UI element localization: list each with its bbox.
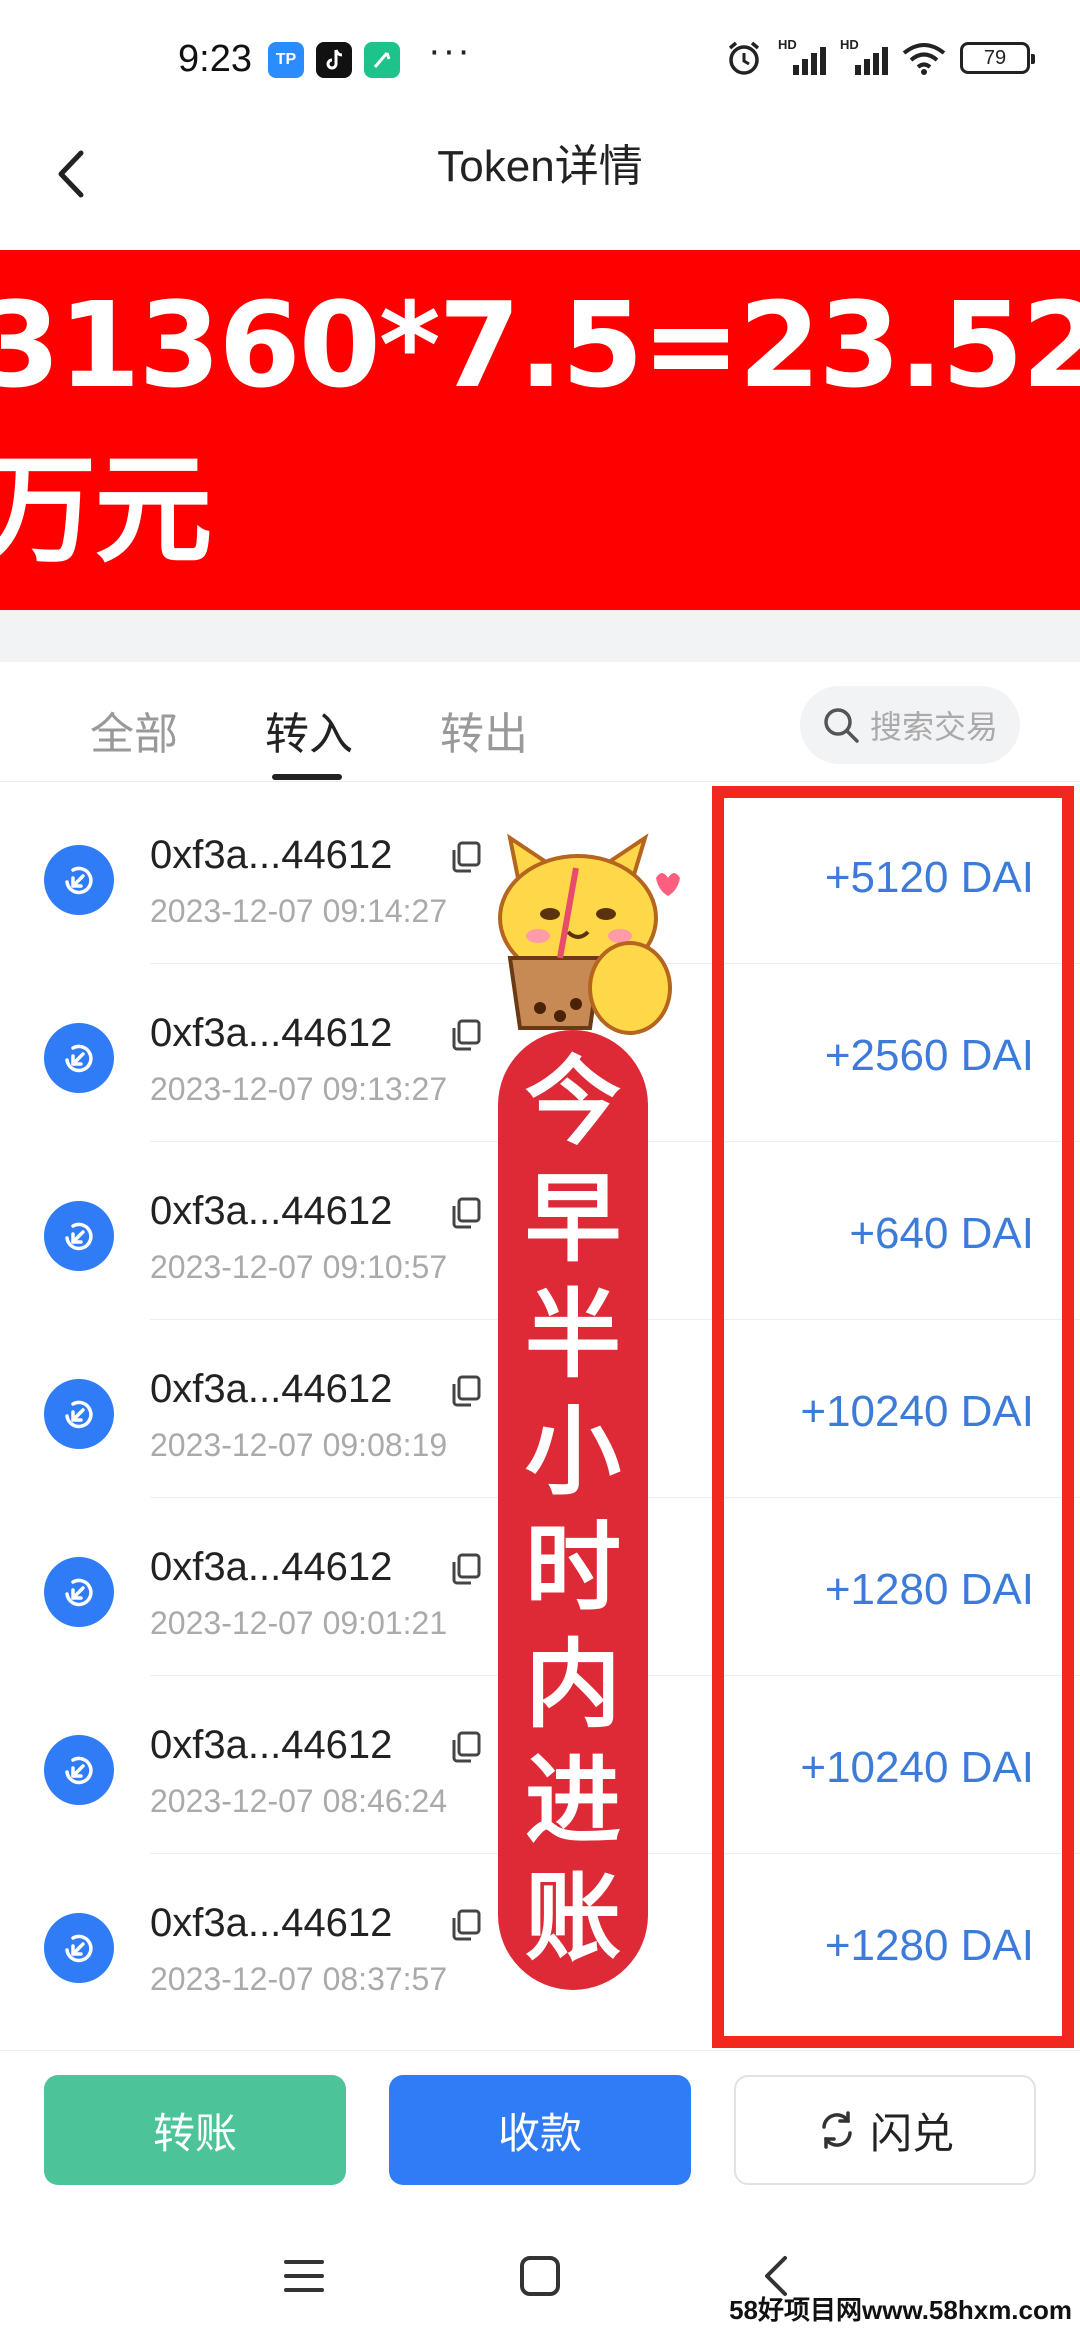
tx-amount: +5120 DAI — [824, 853, 1034, 902]
promo-banner: 31360*7.5=23.52万元 — [0, 250, 1080, 610]
menu-nav-button[interactable] — [274, 2246, 334, 2306]
incoming-tx-icon — [44, 1379, 114, 1449]
swap-icon — [822, 2111, 852, 2149]
home-nav-button[interactable] — [510, 2246, 570, 2306]
page-title: Token详情 — [437, 142, 643, 191]
section-divider — [0, 610, 1080, 662]
incoming-tx-icon — [44, 1557, 114, 1627]
slogan-char: 账 — [525, 1861, 621, 1974]
tiktok-app-icon — [316, 42, 352, 78]
slogan-char: 内 — [525, 1628, 621, 1741]
active-tab-indicator — [272, 774, 342, 780]
tx-address: 0xf3a...44612 — [150, 1723, 393, 1767]
swap-button[interactable]: 闪兑 — [734, 2075, 1036, 2185]
more-notifications-icon: ··· — [428, 30, 472, 72]
cat-sticker-icon — [498, 833, 680, 1035]
tx-amount: +640 DAI — [849, 1209, 1034, 1258]
watermark-text: 58好项目网www.58hxm.com — [729, 2295, 1072, 2325]
wifi-icon — [902, 43, 946, 75]
status-bar: 9:23 TP ··· HD HD 79 — [0, 0, 1080, 120]
tx-address: 0xf3a...44612 — [150, 1189, 393, 1233]
tx-amount: +10240 DAI — [800, 1743, 1034, 1792]
tx-amount: +10240 DAI — [800, 1387, 1034, 1436]
tx-amount: +1280 DAI — [824, 1565, 1034, 1614]
tx-address: 0xf3a...44612 — [150, 1545, 393, 1589]
swap-label: 闪兑 — [869, 2109, 954, 2157]
tx-time: 2023-12-07 09:08:19 — [150, 1427, 448, 1463]
tab-incoming[interactable]: 转入 — [265, 698, 353, 762]
tx-time: 2023-12-07 08:37:57 — [150, 1961, 448, 1997]
promo-overlay: 今 早 半 小 时 内 进 账 — [470, 820, 720, 2020]
tx-time: 2023-12-07 09:14:27 — [150, 893, 448, 929]
vertical-slogan-pill: 今 早 半 小 时 内 进 账 — [498, 1030, 648, 1990]
incoming-tx-icon — [44, 845, 114, 915]
tab-outgoing[interactable]: 转出 — [440, 698, 528, 762]
tx-address: 0xf3a...44612 — [150, 1367, 393, 1411]
signal-icon-2: HD — [840, 37, 888, 75]
action-bar: 转账 收款 闪兑 — [0, 2050, 1080, 2230]
tx-time: 2023-12-07 09:01:21 — [150, 1605, 448, 1641]
slogan-char: 半 — [525, 1279, 621, 1392]
tokenpocket-app-icon: TP — [268, 42, 304, 78]
slogan-char: 小 — [525, 1395, 621, 1508]
tx-address: 0xf3a...44612 — [150, 833, 393, 877]
incoming-tx-icon — [44, 1913, 114, 1983]
tx-time: 2023-12-07 09:13:27 — [150, 1071, 448, 1107]
slogan-char: 今 — [525, 1046, 621, 1159]
home-square-icon — [520, 2256, 560, 2296]
messaging-app-icon — [364, 42, 400, 78]
tx-time: 2023-12-07 08:46:24 — [150, 1783, 448, 1819]
receive-button[interactable]: 收款 — [389, 2075, 691, 2185]
banner-text: 31360*7.5=23.52万元 — [0, 275, 1080, 579]
search-input[interactable]: 搜索交易 — [800, 686, 1020, 764]
tx-time: 2023-12-07 09:10:57 — [150, 1249, 448, 1285]
tx-address: 0xf3a...44612 — [150, 1011, 393, 1055]
menu-icon — [284, 2260, 324, 2292]
tx-amount: +2560 DAI — [824, 1031, 1034, 1080]
search-placeholder: 搜索交易 — [870, 709, 999, 745]
tx-amount: +1280 DAI — [824, 1921, 1034, 1970]
incoming-tx-icon — [44, 1201, 114, 1271]
incoming-tx-icon — [44, 1023, 114, 1093]
status-time: 9:23 — [178, 38, 252, 80]
slogan-char: 早 — [525, 1162, 621, 1275]
system-nav-bar: 58好项目网www.58hxm.com — [0, 2230, 1080, 2340]
incoming-tx-icon — [44, 1735, 114, 1805]
search-icon — [824, 708, 859, 743]
signal-icon-1: HD — [778, 37, 826, 75]
slogan-char: 时 — [525, 1512, 621, 1625]
alarm-icon — [728, 41, 760, 75]
tab-bar: 全部 转入 转出 搜索交易 — [0, 662, 1080, 782]
tab-all[interactable]: 全部 — [90, 698, 178, 762]
tx-address: 0xf3a...44612 — [150, 1901, 393, 1945]
transfer-button[interactable]: 转账 — [44, 2075, 346, 2185]
slogan-char: 进 — [525, 1745, 621, 1858]
battery-indicator: 79 — [960, 42, 1035, 74]
header: Token详情 — [0, 120, 1080, 250]
